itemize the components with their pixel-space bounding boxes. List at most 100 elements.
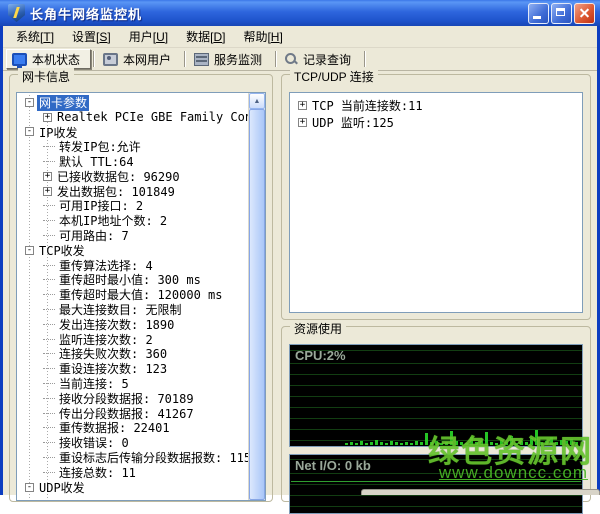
cpu-usage-graph: CPU:2% bbox=[289, 344, 583, 447]
cpu-spike-bar bbox=[455, 441, 458, 445]
tree-connector bbox=[43, 324, 55, 325]
resource-usage-group-title: 资源使用 bbox=[290, 320, 346, 337]
cpu-spike-bar bbox=[525, 442, 528, 445]
tab-local-status[interactable]: 本机状态 bbox=[6, 49, 91, 69]
tree-item-label[interactable]: UDP收发 bbox=[37, 479, 87, 496]
cpu-spike-bar bbox=[395, 442, 398, 445]
cpu-spike-bar bbox=[555, 442, 558, 445]
tree-connector bbox=[43, 339, 55, 340]
expand-icon[interactable]: + bbox=[43, 172, 52, 181]
expand-icon[interactable]: + bbox=[298, 118, 307, 127]
nic-info-tree: -网卡参数+Realtek PCIe GBE Family Contro-IP收… bbox=[16, 92, 266, 501]
vertical-scrollbar[interactable]: ▲ bbox=[248, 93, 265, 500]
tree-item[interactable]: 接收错误: 0 bbox=[19, 435, 248, 450]
tree-item[interactable]: 监听连接次数: 2 bbox=[19, 332, 248, 347]
expand-icon[interactable]: + bbox=[298, 101, 307, 110]
tree-item[interactable]: +Realtek PCIe GBE Family Contro bbox=[19, 110, 248, 125]
cpu-spike-bar bbox=[530, 438, 533, 445]
maximize-button[interactable] bbox=[551, 3, 572, 24]
tab-record-query-label: 记录查询 bbox=[303, 51, 351, 68]
expand-icon[interactable]: + bbox=[43, 113, 52, 122]
scrollbar-thumb[interactable] bbox=[249, 109, 265, 500]
tree-item[interactable]: 本机IP地址个数: 2 bbox=[19, 213, 248, 228]
tree-connector bbox=[43, 368, 55, 369]
shield-lightning-icon bbox=[8, 4, 25, 22]
tree-connector bbox=[43, 279, 55, 280]
collapse-icon[interactable]: - bbox=[25, 483, 34, 492]
tree-item[interactable]: +UDP 监听:125 bbox=[292, 114, 580, 131]
tab-network-users[interactable]: 本网用户 bbox=[97, 49, 182, 69]
tree-item[interactable]: 连接总数: 11 bbox=[19, 465, 248, 480]
tree-connector bbox=[43, 161, 55, 162]
tree-item[interactable]: 重传数据报: 22401 bbox=[19, 421, 248, 436]
expand-icon[interactable]: + bbox=[43, 187, 52, 196]
cpu-spike-bar bbox=[420, 442, 423, 445]
collapse-icon[interactable]: - bbox=[25, 246, 34, 255]
menu-settings[interactable]: 设置[S] bbox=[63, 26, 120, 47]
tree-connector bbox=[43, 398, 55, 399]
menu-help[interactable]: 帮助[H] bbox=[234, 26, 291, 47]
tree-item[interactable]: 当前连接: 5 bbox=[19, 376, 248, 391]
cpu-spike-bar bbox=[415, 441, 418, 445]
tcp-udp-groupbox: TCP/UDP 连接 +TCP 当前连接数:11+UDP 监听:125 bbox=[281, 74, 591, 320]
tab-network-users-label: 本网用户 bbox=[123, 51, 171, 68]
collapse-icon[interactable]: - bbox=[25, 127, 34, 136]
tree-item[interactable]: 可用路由: 7 bbox=[19, 228, 248, 243]
menu-system[interactable]: 系统[T] bbox=[7, 26, 63, 47]
menu-data[interactable]: 数据[D] bbox=[177, 26, 234, 47]
cpu-spike-bar bbox=[510, 436, 513, 445]
tree-item[interactable]: 转发IP包:允许 bbox=[19, 139, 248, 154]
tab-service-monitor-label: 服务监测 bbox=[214, 51, 262, 68]
toolbar-separator bbox=[184, 51, 186, 67]
tree-item[interactable]: 接收分段数据报: 70189 bbox=[19, 391, 248, 406]
tree-item[interactable]: 重传超时最小值: 300 ms bbox=[19, 273, 248, 288]
tree-item[interactable]: 默认 TTL:64 bbox=[19, 154, 248, 169]
cpu-spike-bar bbox=[550, 437, 553, 445]
tree-item[interactable]: 重设标志后传输分段数据报数: 1158 bbox=[19, 450, 248, 465]
collapse-icon[interactable]: - bbox=[25, 98, 34, 107]
tree-item[interactable]: -TCP收发 bbox=[19, 243, 248, 258]
window-title: 长角牛网络监控机 bbox=[30, 4, 526, 23]
tree-item[interactable]: -网卡参数 bbox=[19, 95, 248, 110]
tree-item-label[interactable]: Realtek PCIe GBE Family Contro bbox=[55, 110, 248, 124]
cpu-spike-bar bbox=[430, 442, 433, 445]
tree-item[interactable]: 最大连接数目: 无限制 bbox=[19, 302, 248, 317]
tree-item[interactable]: 重传算法选择: 4 bbox=[19, 258, 248, 273]
tree-item[interactable]: 传出分段数据报: 41267 bbox=[19, 406, 248, 421]
tree-item[interactable]: +发出数据包: 101849 bbox=[19, 184, 248, 199]
cpu-spike-bar bbox=[410, 443, 413, 445]
cpu-spike-bar bbox=[350, 442, 353, 445]
tree-item[interactable]: 发出连接次数: 1890 bbox=[19, 317, 248, 332]
nic-tree-rows: -网卡参数+Realtek PCIe GBE Family Contro-IP收… bbox=[19, 95, 248, 500]
cpu-usage-label: CPU:2% bbox=[295, 348, 346, 363]
tree-item[interactable]: +已接收数据包: 96290 bbox=[19, 169, 248, 184]
tree-item[interactable]: -UDP收发 bbox=[19, 480, 248, 495]
tree-item[interactable]: 重设连接次数: 123 bbox=[19, 361, 248, 376]
tab-record-query[interactable]: 记录查询 bbox=[279, 49, 362, 69]
tree-item-label[interactable]: 网卡参数 bbox=[37, 95, 89, 111]
menu-users[interactable]: 用户[U] bbox=[120, 26, 177, 47]
cpu-spike-bar bbox=[490, 442, 493, 445]
tree-item-label[interactable]: UDP 监听:125 bbox=[310, 114, 396, 131]
cpu-spike-bar bbox=[500, 440, 503, 445]
tree-item[interactable]: -IP收发 bbox=[19, 125, 248, 140]
tree-connector bbox=[43, 353, 55, 354]
cpu-spike-bar bbox=[495, 443, 498, 445]
minimize-button[interactable] bbox=[528, 3, 549, 24]
tree-connector bbox=[43, 146, 55, 147]
tree-connector bbox=[43, 220, 55, 221]
tree-item[interactable]: 重传超时最大值: 120000 ms bbox=[19, 287, 248, 302]
tab-service-monitor[interactable]: 服务监测 bbox=[188, 49, 273, 69]
tree-item[interactable]: 可用IP接口: 2 bbox=[19, 199, 248, 214]
nic-info-groupbox: 网卡信息 -网卡参数+Realtek PCIe GBE Family Contr… bbox=[9, 74, 273, 502]
tree-connector bbox=[43, 235, 55, 236]
tree-item[interactable]: +TCP 当前连接数:11 bbox=[292, 97, 580, 114]
scroll-up-arrow-icon[interactable]: ▲ bbox=[249, 93, 265, 109]
tree-item-label[interactable]: TCP 当前连接数:11 bbox=[310, 97, 425, 114]
tree-item[interactable]: 连接失败次数: 360 bbox=[19, 347, 248, 362]
tree-connector bbox=[43, 413, 55, 414]
tree-connector bbox=[43, 457, 55, 458]
tab-local-status-label: 本机状态 bbox=[32, 51, 80, 68]
close-button[interactable] bbox=[574, 3, 595, 24]
tree-connector bbox=[43, 383, 55, 384]
